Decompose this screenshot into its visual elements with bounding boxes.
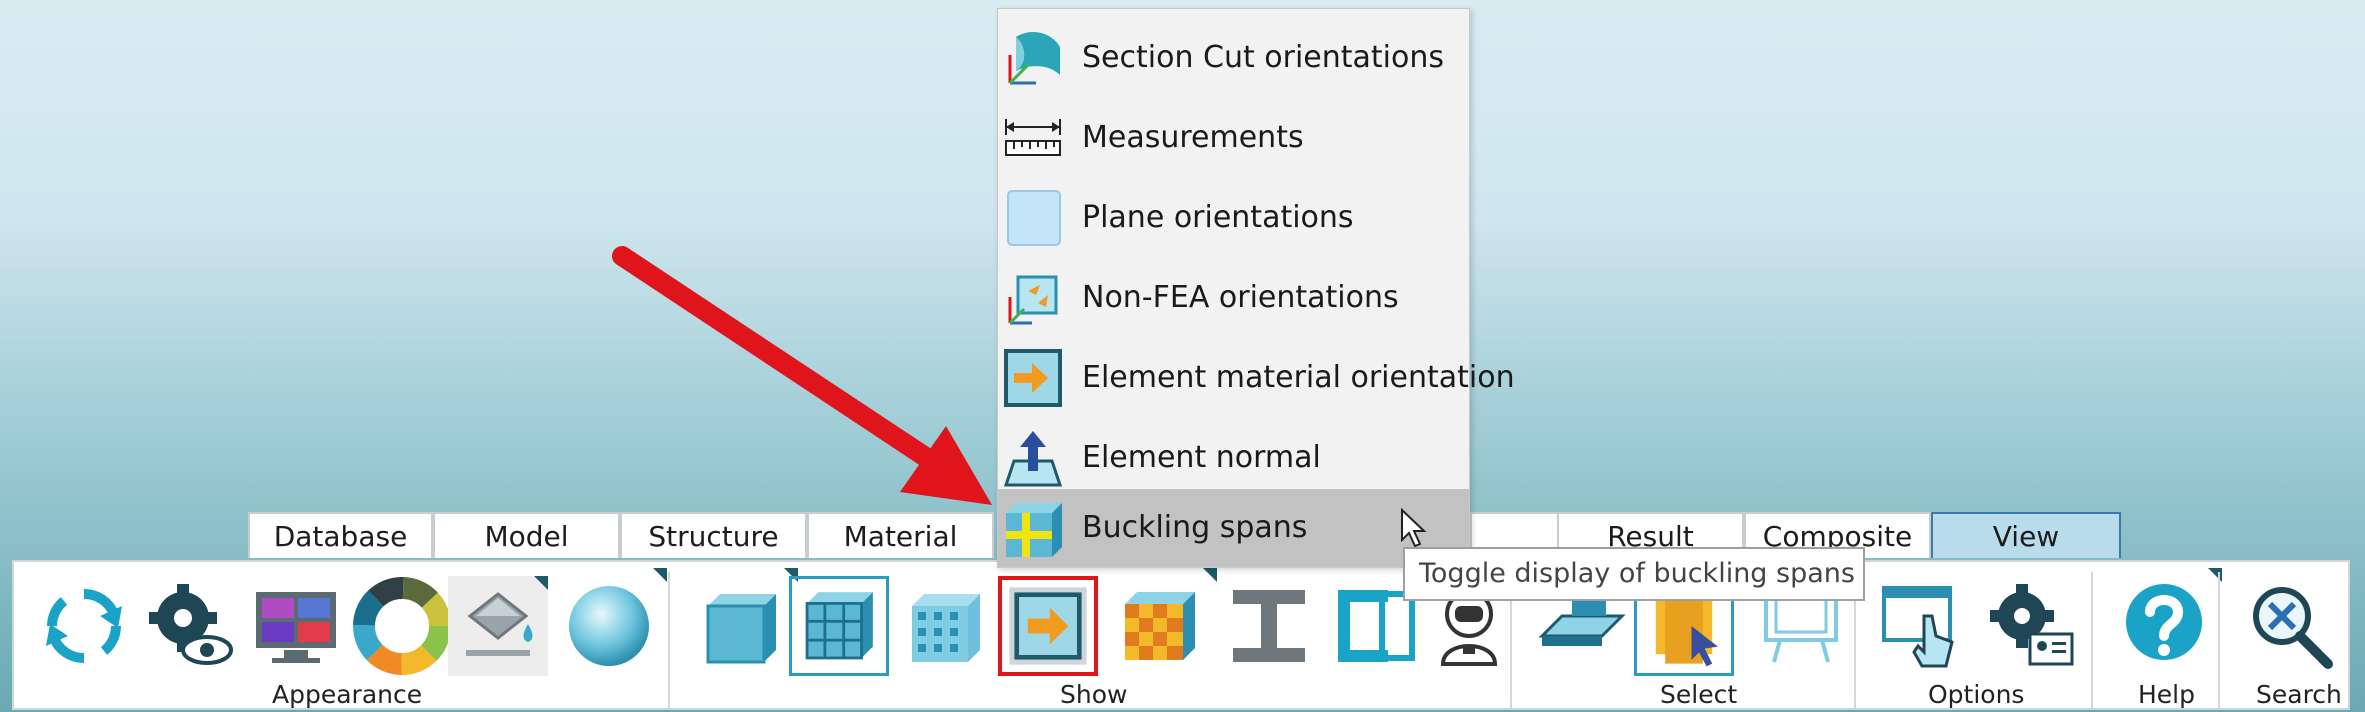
tab-database[interactable]: Database <box>248 512 433 558</box>
refresh-button[interactable] <box>34 576 134 676</box>
shading-button[interactable] <box>559 568 667 676</box>
fill-dropdown-marker <box>534 576 548 590</box>
menu-item-label: Buckling spans <box>1082 510 1308 545</box>
menu-item-label: Section Cut orientations <box>1082 40 1444 75</box>
ruler-icon <box>1005 119 1061 156</box>
show-beams-button[interactable] <box>1219 576 1319 676</box>
view-settings-button[interactable] <box>139 576 239 676</box>
menu-item-label: Measurements <box>1082 120 1304 155</box>
menu-item-measurements[interactable]: Measurements <box>998 99 1469 177</box>
section-cut-icon <box>1008 32 1060 85</box>
tab-model[interactable]: Model <box>433 512 620 558</box>
show-plies-button[interactable] <box>1109 568 1217 676</box>
search-button[interactable] <box>2240 576 2340 676</box>
menu-item-label: Non-FEA orientations <box>1082 280 1399 315</box>
orange-arrow-icon <box>1004 349 1062 407</box>
menu-item-section-cut[interactable]: Section Cut orientations <box>998 19 1469 97</box>
tooltip: Toggle display of buckling spans <box>1403 547 1865 601</box>
color-wheel-button[interactable] <box>352 576 452 676</box>
group-label-help: Help <box>2138 680 2195 709</box>
checker-box-icon <box>1125 592 1195 660</box>
menu-item-element-material-orientation[interactable]: Element material orientation <box>998 339 1515 417</box>
plies-dropdown-marker <box>1203 568 1217 582</box>
touch-window-icon <box>1882 586 1954 668</box>
gear-eye-icon <box>149 584 233 665</box>
group-separator <box>2091 572 2093 708</box>
show-orientations-menu: Section Cut orientations Measurements Pl… <box>997 8 1515 568</box>
element-dots-icon <box>912 594 980 662</box>
annotation-arrow <box>612 246 992 505</box>
group-label-options: Options <box>1928 680 2025 709</box>
group-label-search: Search <box>2256 680 2342 709</box>
user-settings-button[interactable] <box>1982 576 2082 676</box>
sphere-icon <box>569 586 649 666</box>
menu-item-label: Element material orientation <box>1082 360 1515 395</box>
ribbon-panel: Appearance Show Select Options Help Sear… <box>12 560 2350 710</box>
shading-dropdown-marker <box>653 568 667 582</box>
color-wheel-icon <box>353 577 451 675</box>
show-surfaces-button[interactable] <box>690 568 798 676</box>
group-label-select: Select <box>1660 680 1738 709</box>
tab-view[interactable]: View <box>1931 512 2121 558</box>
mesh-grid-icon <box>805 592 873 660</box>
orange-arrow-icon <box>1009 587 1087 665</box>
question-mark-icon <box>2126 584 2202 660</box>
show-orientations-button[interactable] <box>998 576 1098 676</box>
menu-item-label: Element normal <box>1082 440 1321 475</box>
menu-item-plane-orientations[interactable]: Plane orientations <box>998 179 1469 257</box>
help-button[interactable] <box>2114 568 2222 676</box>
tab-structure[interactable]: Structure <box>620 512 807 558</box>
element-normal-icon <box>1003 431 1063 487</box>
fill-button[interactable] <box>448 576 548 676</box>
gear-id-card-icon <box>1990 584 2074 666</box>
menu-item-non-fea-orientations[interactable]: Non-FEA orientations <box>998 259 1469 337</box>
show-mesh-button[interactable] <box>789 576 889 676</box>
menu-item-label: Plane orientations <box>1082 200 1354 235</box>
refresh-icon <box>46 588 122 664</box>
group-label-appearance: Appearance <box>272 680 423 709</box>
group-separator <box>2218 572 2220 708</box>
touch-options-button[interactable] <box>1874 576 1974 676</box>
non-fea-icon <box>1008 275 1058 325</box>
monitor-icon <box>256 592 336 663</box>
menu-item-element-normal[interactable]: Element normal <box>998 419 1469 497</box>
i-beam-icon <box>1233 590 1305 662</box>
tab-material[interactable]: Material <box>807 512 994 558</box>
paint-bucket-icon <box>466 592 533 656</box>
group-separator <box>668 572 670 708</box>
menu-item-buckling-spans[interactable]: Buckling spans <box>998 489 1469 567</box>
buckling-span-icon <box>1006 503 1062 557</box>
mouse-cursor <box>1401 508 1427 548</box>
plane-icon <box>1007 190 1061 246</box>
surface-box-icon <box>706 594 776 664</box>
show-elements-button[interactable] <box>894 576 994 676</box>
display-layout-button[interactable] <box>246 576 346 676</box>
search-icon <box>2253 587 2333 669</box>
group-label-show: Show <box>1060 680 1128 709</box>
